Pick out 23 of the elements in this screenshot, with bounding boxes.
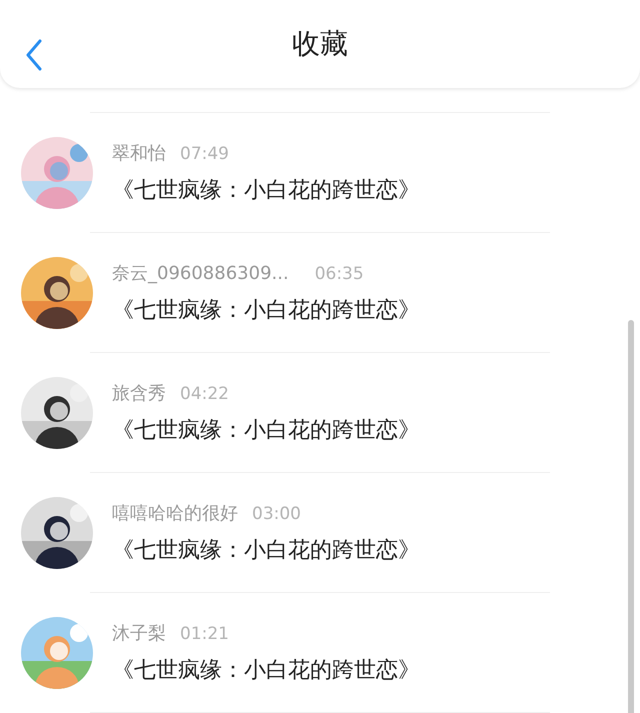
book-title: 《七世疯缘：小白花的跨世恋》 <box>112 296 420 324</box>
list-item[interactable]: 嘻嘻哈哈的很好 03:00 《七世疯缘：小白花的跨世恋》 <box>0 473 640 592</box>
timestamp: 01:21 <box>180 624 229 644</box>
book-title: 《七世疯缘：小白花的跨世恋》 <box>112 536 420 564</box>
book-title: 《七世疯缘：小白花的跨世恋》 <box>112 416 420 444</box>
list-item[interactable]: 沐子梨 01:21 《七世疯缘：小白花的跨世恋》 <box>0 593 640 712</box>
list-item[interactable]: 翠和怡 07:49 《七世疯缘：小白花的跨世恋》 <box>0 113 640 232</box>
timestamp: 06:35 <box>314 264 364 284</box>
user-name: 沐子梨 <box>112 622 166 644</box>
user-name: 翠和怡 <box>112 142 166 164</box>
book-title: 《七世疯缘：小白花的跨世恋》 <box>112 176 420 204</box>
user-name: 旅含秀 <box>112 382 166 404</box>
user-name: 奈云_0960886309... <box>112 262 289 284</box>
user-name: 嘻嘻哈哈的很好 <box>112 502 238 524</box>
list-item[interactable]: 奈云_0960886309... 06:35 《七世疯缘：小白花的跨世恋》 <box>0 233 640 352</box>
scrollbar[interactable] <box>628 320 634 713</box>
list-item[interactable]: 旅含秀 04:22 《七世疯缘：小白花的跨世恋》 <box>0 353 640 472</box>
timestamp: 03:00 <box>252 504 301 524</box>
back-icon[interactable] <box>25 39 43 71</box>
timestamp: 07:49 <box>180 144 229 164</box>
page-title: 收藏 <box>292 26 348 62</box>
book-title: 《七世疯缘：小白花的跨世恋》 <box>112 656 420 684</box>
timestamp: 04:22 <box>180 384 229 404</box>
